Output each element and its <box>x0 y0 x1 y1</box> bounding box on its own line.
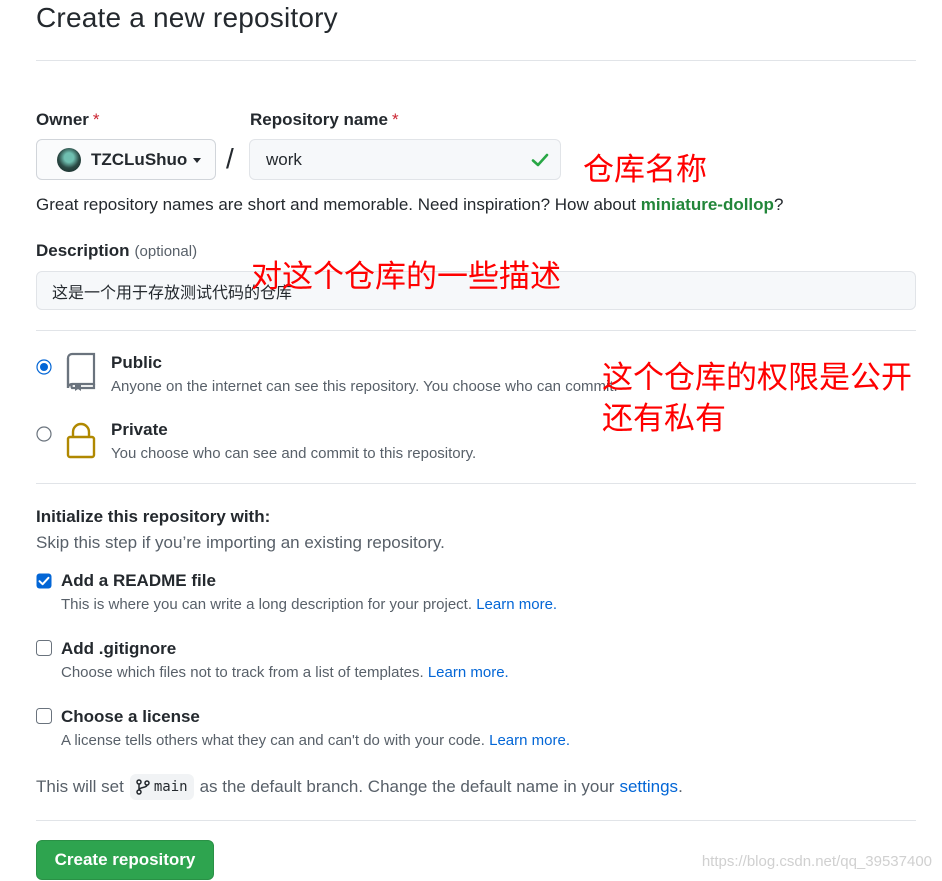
page-title: Create a new repository <box>36 2 338 33</box>
hint-end: ? <box>773 195 784 214</box>
gitignore-checkbox[interactable] <box>36 640 52 661</box>
optional-tag: (optional) <box>134 243 198 260</box>
gitignore-desc-text: Choose which files not to track from a l… <box>61 664 428 681</box>
git-branch-icon <box>136 779 150 795</box>
private-title: Private <box>111 420 168 439</box>
gitignore-title: Add .gitignore <box>61 639 177 658</box>
annotation-visibility-line1: 这个仓库的权限是公开 <box>602 360 912 396</box>
divider <box>36 483 916 484</box>
radio-selected-icon <box>36 359 52 375</box>
avatar <box>57 147 81 172</box>
repo-name-label: Repository name * <box>250 110 399 130</box>
repo-name-value: work <box>266 149 302 169</box>
repo-name-label-text: Repository name <box>250 110 388 129</box>
checkbox-empty-icon <box>36 708 52 724</box>
annotation-description: 对这个仓库的一些描述 <box>251 259 561 295</box>
public-title: Public <box>111 353 163 372</box>
create-repository-button[interactable]: Create repository <box>36 840 214 880</box>
hint-text: Great repository names are short and mem… <box>36 195 641 214</box>
divider <box>36 60 916 61</box>
license-description: A license tells others what they can and… <box>61 732 570 749</box>
check-icon <box>531 153 549 167</box>
radio-unselected-icon <box>36 426 52 442</box>
annotation-visibility-line2: 还有私有 <box>602 401 726 437</box>
private-radio[interactable] <box>36 426 52 447</box>
init-section-title: Initialize this repository with: <box>36 507 271 526</box>
owner-label: Owner * <box>36 110 100 130</box>
lock-icon <box>64 420 98 465</box>
license-checkbox[interactable] <box>36 708 52 729</box>
branch-prefix: This will set <box>36 777 124 796</box>
license-learn-more-link[interactable]: Learn more. <box>489 732 570 749</box>
gitignore-description: Choose which files not to track from a l… <box>61 664 509 681</box>
readme-learn-more-link[interactable]: Learn more. <box>476 596 557 613</box>
repo-icon <box>64 352 98 397</box>
owner-repo-separator: / <box>226 143 234 174</box>
owner-label-text: Owner <box>36 110 89 129</box>
readme-checkbox[interactable] <box>36 573 52 594</box>
branch-end: . <box>678 777 683 796</box>
settings-link[interactable]: settings <box>619 777 678 797</box>
readme-description: This is where you can write a long descr… <box>61 596 557 613</box>
branch-suffix: as the default branch. Change the defaul… <box>199 777 615 796</box>
annotation-repo-name: 仓库名称 <box>583 152 707 188</box>
watermark: https://blog.csdn.net/qq_39537400 <box>701 853 932 870</box>
description-label-text: Description <box>36 241 130 260</box>
divider <box>36 820 916 821</box>
branch-name: main <box>153 779 188 795</box>
gitignore-learn-more-link[interactable]: Learn more. <box>428 664 509 681</box>
checkbox-empty-icon <box>36 640 52 656</box>
default-branch-note: This will set main as the default branch… <box>36 774 683 800</box>
required-mark: * <box>92 110 100 129</box>
caret-down-icon <box>193 158 202 163</box>
repo-name-hint: Great repository names are short and mem… <box>36 195 783 215</box>
branch-chip: main <box>129 774 194 800</box>
license-desc-text: A license tells others what they can and… <box>61 732 490 749</box>
public-description: Anyone on the internet can see this repo… <box>111 378 618 395</box>
checkbox-checked-icon <box>36 573 52 589</box>
divider <box>36 330 916 331</box>
init-section-subtitle: Skip this step if you’re importing an ex… <box>36 533 445 552</box>
required-mark: * <box>391 110 399 129</box>
license-title: Choose a license <box>61 707 200 726</box>
readme-desc-text: This is where you can write a long descr… <box>61 596 477 613</box>
public-radio[interactable] <box>36 359 52 380</box>
readme-title: Add a README file <box>61 571 216 590</box>
owner-value: TZCLuShuo <box>91 149 188 169</box>
repo-name-input[interactable]: work <box>249 139 561 180</box>
owner-select-button[interactable]: TZCLuShuo <box>36 139 216 180</box>
private-description: You choose who can see and commit to thi… <box>111 445 477 462</box>
description-label: Description (optional) <box>36 241 197 261</box>
name-suggestion-link[interactable]: miniature-dollop <box>641 195 774 214</box>
